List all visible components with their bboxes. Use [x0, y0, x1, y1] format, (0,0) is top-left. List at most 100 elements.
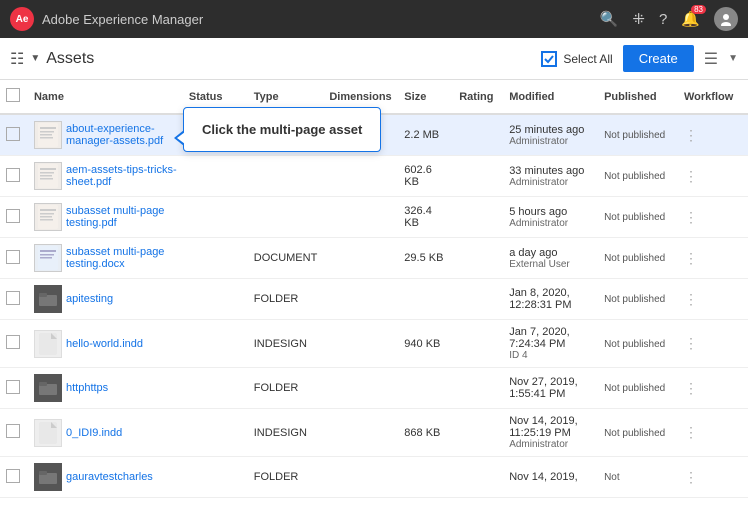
row-checkbox-cell[interactable]: [0, 409, 28, 457]
row-checkbox-cell[interactable]: [0, 238, 28, 279]
header-name[interactable]: Name: [28, 80, 183, 114]
row-checkbox[interactable]: [6, 424, 20, 438]
published-status: Not published: [604, 171, 665, 182]
row-size-cell: 29.5 KB: [398, 238, 453, 279]
row-checkbox-cell[interactable]: [0, 197, 28, 238]
row-checkbox[interactable]: [6, 168, 20, 182]
row-dimensions-cell: [323, 368, 398, 409]
row-checkbox[interactable]: [6, 380, 20, 394]
row-name-cell: gauravtestcharles: [28, 457, 183, 498]
row-checkbox[interactable]: [6, 127, 20, 141]
row-actions-icon[interactable]: ⋮: [684, 469, 698, 485]
logo-text: Ae: [16, 14, 29, 25]
table-row[interactable]: aem-assets-tips-tricks-sheet.pdf 602.6 K…: [0, 156, 748, 197]
row-dimensions-cell: [323, 457, 398, 498]
row-status-cell: [183, 457, 248, 498]
create-button[interactable]: Create: [623, 45, 694, 72]
header-published[interactable]: Published: [598, 80, 678, 114]
row-published-cell: Not published: [598, 279, 678, 320]
subnav: ☷ ▼ Assets Select All Create ☰ ▼: [0, 38, 748, 80]
panel-toggle-icon[interactable]: ☷: [10, 49, 24, 69]
row-name-cell: 0_IDI9.indd: [28, 409, 183, 457]
row-status-cell: [183, 197, 248, 238]
row-checkbox[interactable]: [6, 291, 20, 305]
file-name-text[interactable]: 0_IDI9.indd: [66, 427, 122, 439]
chevron-down-icon[interactable]: ▼: [30, 53, 40, 64]
header-modified[interactable]: Modified: [503, 80, 598, 114]
bell-icon[interactable]: 🔔 83: [681, 10, 700, 28]
select-all-checkbox[interactable]: [541, 51, 557, 67]
row-actions-icon[interactable]: ⋮: [684, 168, 698, 184]
file-name-text[interactable]: subasset multi-page testing.pdf: [66, 205, 177, 229]
folder-thumb-icon: [34, 463, 62, 491]
row-published-cell: Not: [598, 457, 678, 498]
table-row[interactable]: gauravtestcharles FOLDER Nov 14, 2019, N…: [0, 457, 748, 498]
grid-icon[interactable]: ⁜: [632, 10, 645, 28]
row-published-cell: Not published: [598, 409, 678, 457]
row-name-cell: httphttps: [28, 368, 183, 409]
row-checkbox-cell[interactable]: [0, 457, 28, 498]
table-row[interactable]: apitesting FOLDER Jan 8, 2020, 12:28:31 …: [0, 279, 748, 320]
row-checkbox-cell[interactable]: [0, 368, 28, 409]
row-rating-cell: [453, 457, 503, 498]
table-row[interactable]: subasset multi-page testing.pdf 326.4 KB…: [0, 197, 748, 238]
published-status: Not published: [604, 212, 665, 223]
table-row[interactable]: 0_IDI9.indd INDESIGN 868 KB Nov 14, 2019…: [0, 409, 748, 457]
user-avatar[interactable]: [714, 7, 738, 31]
row-size-cell: [398, 368, 453, 409]
chevron-down-small-icon[interactable]: ▼: [728, 53, 738, 64]
file-name-text[interactable]: about-experience-manager-assets.pdf: [66, 123, 177, 147]
row-rating-cell: [453, 238, 503, 279]
row-checkbox-cell[interactable]: [0, 114, 28, 156]
row-checkbox[interactable]: [6, 209, 20, 223]
row-status-cell: [183, 320, 248, 368]
row-checkbox[interactable]: [6, 250, 20, 264]
app-title: Adobe Experience Manager: [42, 12, 203, 27]
help-icon[interactable]: ?: [659, 11, 667, 28]
name-cell-inner: subasset multi-page testing.docx: [34, 244, 177, 272]
callout-tooltip: Click the multi-page asset: [183, 107, 381, 152]
row-actions-icon[interactable]: ⋮: [684, 291, 698, 307]
list-view-icon[interactable]: ☰: [704, 49, 718, 69]
table-row[interactable]: httphttps FOLDER Nov 27, 2019, 1:55:41 P…: [0, 368, 748, 409]
row-checkbox-cell[interactable]: [0, 156, 28, 197]
file-name-text[interactable]: hello-world.indd: [66, 338, 143, 350]
row-actions-icon[interactable]: ⋮: [684, 380, 698, 396]
row-actions-icon[interactable]: ⋮: [684, 335, 698, 351]
table-row[interactable]: hello-world.indd INDESIGN 940 KB Jan 7, …: [0, 320, 748, 368]
row-actions-icon[interactable]: ⋮: [684, 209, 698, 225]
row-modified-cell: Jan 8, 2020, 12:28:31 PM: [503, 279, 598, 320]
published-status: Not published: [604, 339, 665, 350]
file-name-text[interactable]: apitesting: [66, 293, 113, 305]
table-row[interactable]: about-experience-manager-assets.pdf Clic…: [0, 114, 748, 156]
file-name-text[interactable]: gauravtestcharles: [66, 471, 153, 483]
row-modified-cell: 5 hours ago Administrator: [503, 197, 598, 238]
table-row[interactable]: subasset multi-page testing.docx DOCUMEN…: [0, 238, 748, 279]
header-rating[interactable]: Rating: [453, 80, 503, 114]
row-checkbox-cell[interactable]: [0, 279, 28, 320]
published-status: Not: [604, 472, 620, 483]
row-published-cell: Not published: [598, 156, 678, 197]
row-size-cell: 2.2 MB: [398, 114, 453, 156]
file-name-text[interactable]: subasset multi-page testing.docx: [66, 246, 177, 270]
row-checkbox-cell[interactable]: [0, 320, 28, 368]
row-actions-icon[interactable]: ⋮: [684, 424, 698, 440]
row-workflow-cell: ⋮: [678, 114, 748, 156]
header-size[interactable]: Size: [398, 80, 453, 114]
row-checkbox[interactable]: [6, 469, 20, 483]
search-icon[interactable]: 🔍: [600, 10, 619, 28]
row-workflow-cell: ⋮: [678, 197, 748, 238]
file-name-text[interactable]: httphttps: [66, 382, 108, 394]
row-actions-icon[interactable]: ⋮: [684, 250, 698, 266]
select-all-button[interactable]: Select All: [541, 51, 612, 67]
header-workflow[interactable]: Workflow: [678, 80, 748, 114]
row-actions-icon[interactable]: ⋮: [684, 127, 698, 143]
row-workflow-cell: ⋮: [678, 279, 748, 320]
pdf-thumb-icon: [34, 203, 62, 231]
file-name-text[interactable]: aem-assets-tips-tricks-sheet.pdf: [66, 164, 177, 188]
header-check-input[interactable]: [6, 88, 20, 102]
header-checkbox[interactable]: [0, 80, 28, 114]
row-type-cell: FOLDER: [248, 279, 324, 320]
row-type-cell: DOCUMENT: [248, 238, 324, 279]
row-checkbox[interactable]: [6, 335, 20, 349]
